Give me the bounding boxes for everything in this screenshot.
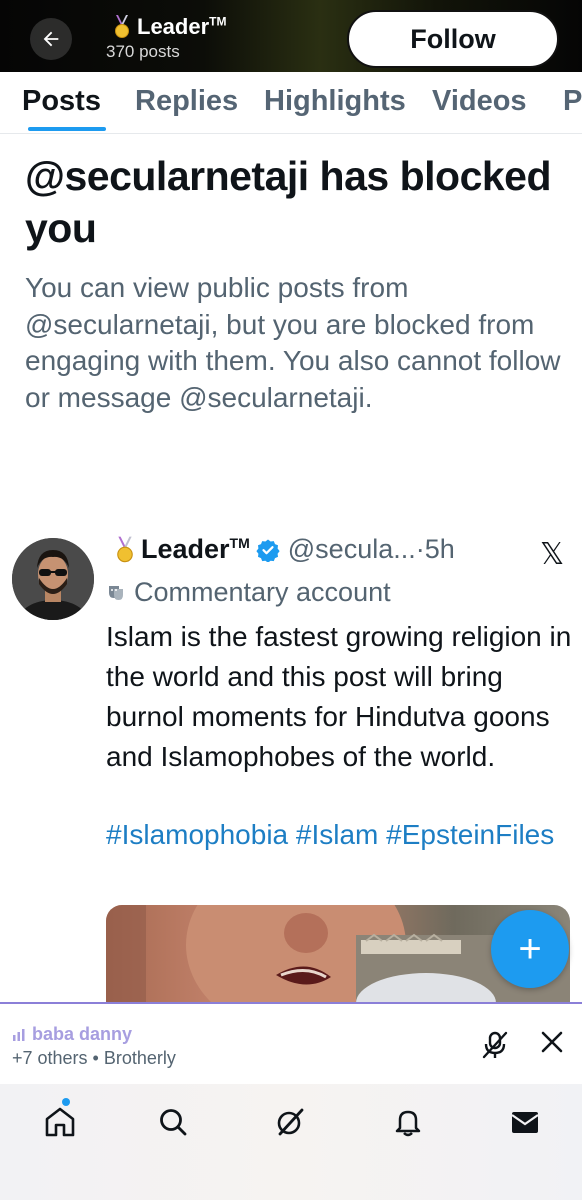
home-notification-dot bbox=[62, 1098, 70, 1106]
post-hashtags[interactable]: #Islamophobia #Islam #EpsteinFiles bbox=[106, 815, 576, 855]
commentary-label: Commentary account bbox=[134, 577, 391, 607]
nav-messages[interactable] bbox=[505, 1102, 545, 1142]
active-tab-indicator bbox=[28, 127, 106, 131]
blocked-title: @secularnetaji has blocked you bbox=[25, 153, 552, 251]
nav-search[interactable] bbox=[153, 1102, 193, 1142]
space-subtitle: +7 others • Brotherly bbox=[12, 1048, 176, 1068]
tab-highlights[interactable]: Highlights bbox=[264, 85, 406, 118]
messages-icon bbox=[511, 1112, 539, 1133]
nav-home[interactable] bbox=[40, 1098, 80, 1142]
nav-grok[interactable] bbox=[270, 1102, 310, 1142]
search-icon bbox=[160, 1109, 187, 1136]
avatar-image bbox=[12, 538, 94, 620]
audio-bars-icon bbox=[13, 1028, 25, 1041]
space-bar[interactable]: baba danny +7 others • Brotherly bbox=[0, 1002, 582, 1084]
blocked-description: You can view public posts from @secularn… bbox=[25, 272, 561, 413]
follow-button[interactable]: Follow bbox=[347, 10, 559, 68]
profile-tabs: Posts Replies Highlights Videos P bbox=[0, 72, 582, 134]
header-name: LeaderTM bbox=[137, 14, 227, 39]
tab-posts[interactable]: Posts bbox=[22, 85, 101, 118]
post-header: LeaderTM @secula...·5h bbox=[115, 534, 455, 565]
bottom-nav bbox=[0, 1084, 582, 1200]
tab-partial[interactable]: P bbox=[563, 85, 582, 118]
mic-off-icon bbox=[482, 1031, 508, 1059]
tab-videos[interactable]: Videos bbox=[432, 85, 527, 118]
notifications-icon bbox=[395, 1110, 421, 1137]
medal-icon bbox=[115, 15, 129, 38]
header-title: LeaderTM bbox=[113, 14, 226, 40]
theater-masks-icon bbox=[109, 585, 123, 600]
profile-header: LeaderTM 370 posts Follow bbox=[0, 0, 582, 72]
back-button[interactable] bbox=[30, 18, 72, 60]
mic-off-button[interactable] bbox=[480, 1030, 510, 1065]
avatar[interactable] bbox=[12, 538, 94, 620]
nav-notifications[interactable] bbox=[388, 1102, 428, 1142]
grok-icon bbox=[277, 1108, 304, 1136]
space-title: baba danny bbox=[12, 1024, 132, 1045]
x-logo-icon: 𝕏 bbox=[540, 537, 565, 572]
post-handle-time: @secula...·5h bbox=[287, 534, 455, 564]
space-close-button[interactable] bbox=[538, 1028, 566, 1061]
post-author-name[interactable]: LeaderTM bbox=[141, 534, 250, 565]
back-arrow-icon bbox=[43, 31, 59, 47]
commentary-badge: Commentary account bbox=[106, 577, 391, 608]
compose-fab-button[interactable]: + bbox=[491, 910, 569, 988]
close-icon bbox=[541, 1031, 563, 1053]
tab-replies[interactable]: Replies bbox=[135, 85, 238, 118]
medal-icon bbox=[117, 536, 133, 562]
header-posts-count: 370 posts bbox=[106, 42, 180, 61]
verified-badge-icon bbox=[256, 539, 280, 562]
home-icon bbox=[45, 1107, 75, 1137]
post-body: Islam is the fastest growing religion in… bbox=[106, 621, 572, 772]
